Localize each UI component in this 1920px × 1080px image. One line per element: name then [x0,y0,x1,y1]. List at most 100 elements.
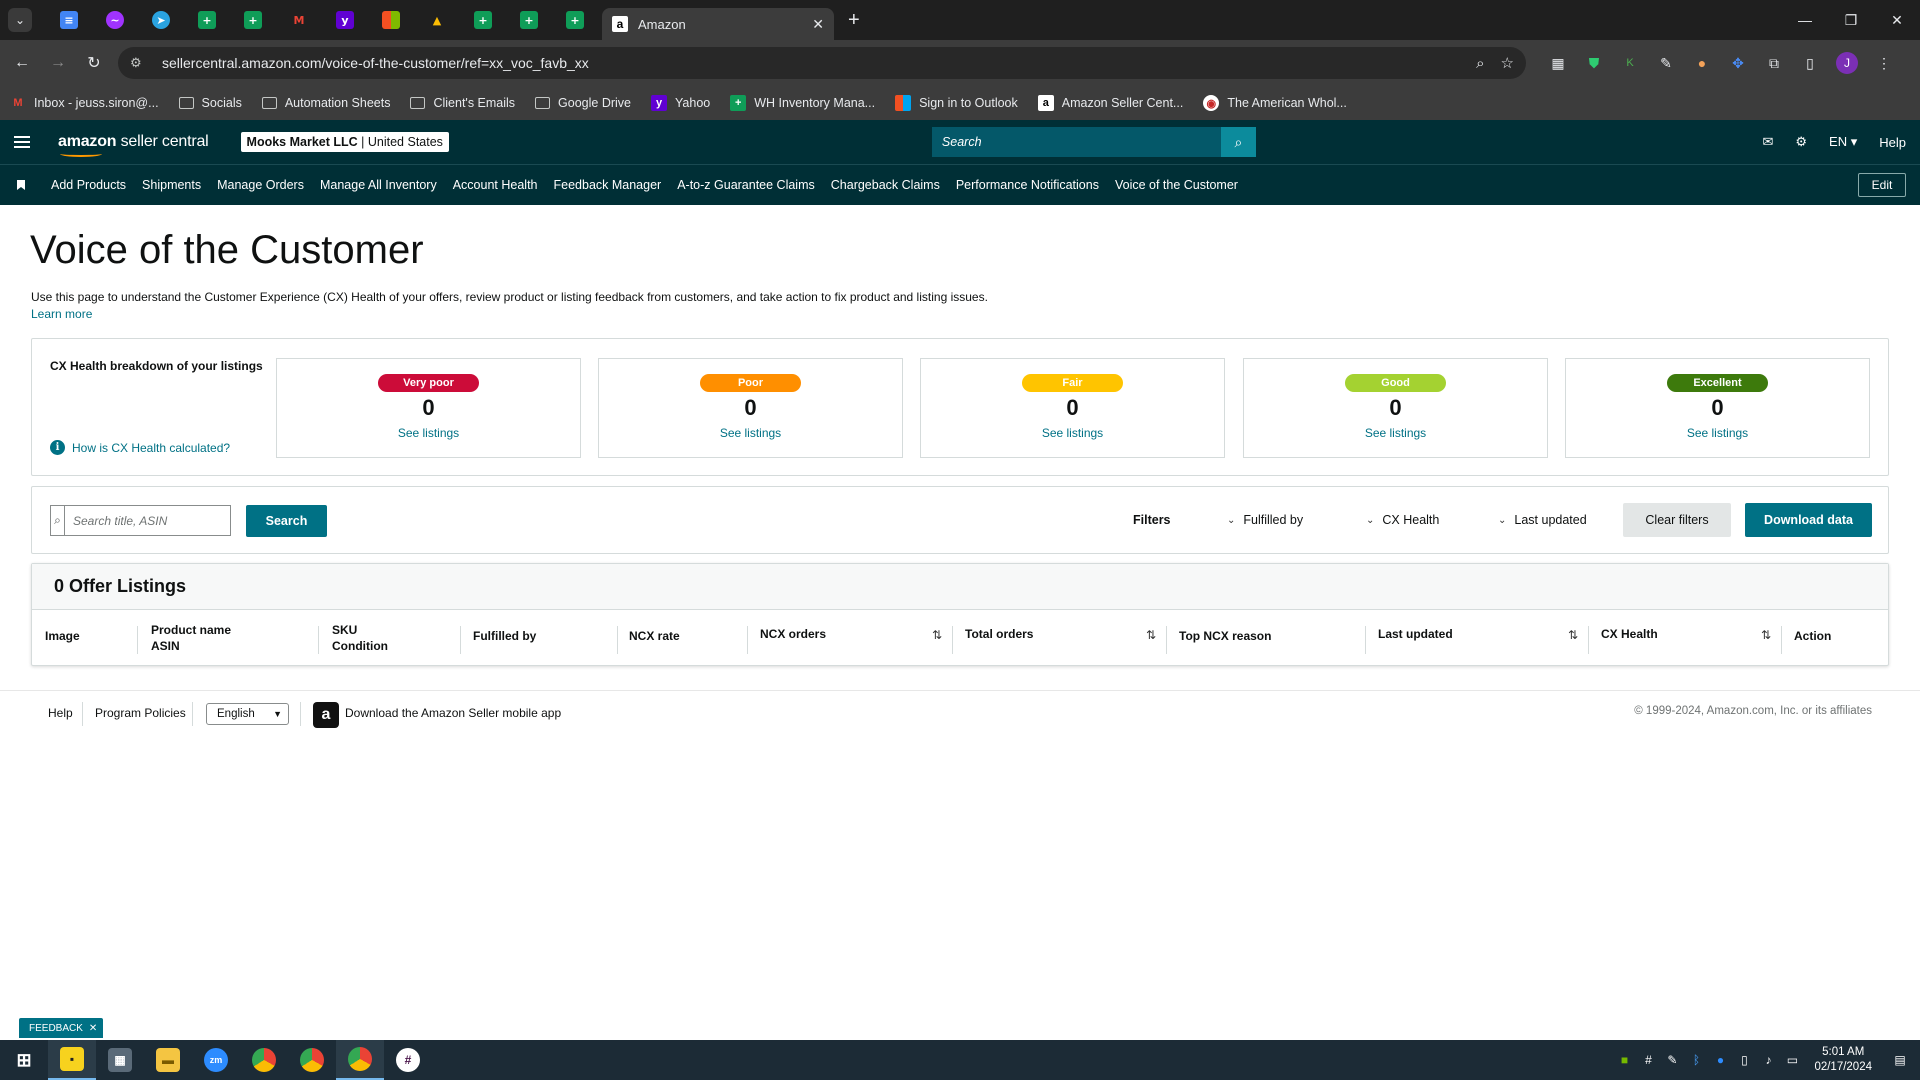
zoom-tray-icon[interactable]: ● [1708,1053,1732,1067]
bookmark-automation-sheets[interactable]: Automation Sheets [261,96,390,110]
taskbar-chrome-3[interactable] [336,1040,384,1080]
network-icon[interactable]: ▭ [1780,1053,1804,1067]
forward-icon[interactable]: → [44,49,72,77]
bookmark-socials[interactable]: Socials [178,96,242,110]
edit-nav-button[interactable]: Edit [1858,173,1906,197]
bookmark-inbox[interactable]: M Inbox - jeuss.siron@... [10,95,158,111]
close-tab-icon[interactable]: ✕ [812,16,824,33]
zoom-icon[interactable]: ⌕ [1476,55,1484,72]
back-icon[interactable]: ← [8,49,36,77]
taskbar-chrome-2[interactable] [288,1040,336,1080]
color-extension-icon[interactable]: ● [1684,55,1720,71]
nav-manage-all-inventory[interactable]: Manage All Inventory [320,178,437,192]
clear-filters-button[interactable]: Clear filters [1623,503,1731,537]
tab-sheets-5[interactable]: + [552,4,598,36]
bookmark-google-drive[interactable]: Google Drive [535,96,631,110]
bookmark-flag-icon[interactable] [17,180,25,190]
bookmark-star-icon[interactable]: ☆ [1501,54,1514,72]
taskbar-calculator[interactable]: ▦ [96,1040,144,1080]
pen-extension-icon[interactable]: ✎ [1648,55,1684,72]
browser-menu-icon[interactable]: ⋮ [1866,55,1902,72]
shield-extension-icon[interactable]: ⛊ [1576,55,1612,72]
tab-microsoft[interactable] [368,4,414,36]
taskbar-clock[interactable]: 5:01 AM 02/17/2024 [1814,1045,1872,1075]
bookmark-outlook[interactable]: Sign in to Outlook [895,95,1018,111]
nav-a-to-z-claims[interactable]: A-to-z Guarantee Claims [677,178,815,192]
restore-icon[interactable]: ❐ [1828,0,1874,40]
account-switcher[interactable]: Mooks Market LLC | United States [240,132,449,152]
side-panel-icon[interactable]: ▯ [1792,55,1828,72]
footer-help-link[interactable]: Help [48,706,73,720]
puzzle-extensions-icon[interactable]: ⧉ [1756,55,1792,72]
nav-voice-of-the-customer[interactable]: Voice of the Customer [1115,178,1238,192]
download-app-link[interactable]: Download the Amazon Seller mobile app [345,706,561,720]
nav-manage-orders[interactable]: Manage Orders [217,178,304,192]
taskbar-slack[interactable]: # [384,1040,432,1080]
nav-shipments[interactable]: Shipments [142,178,201,192]
sort-icon[interactable]: ⇅ [1761,628,1771,642]
bluetooth-icon[interactable]: ᛒ [1684,1053,1708,1067]
nav-performance-notifications[interactable]: Performance Notifications [956,178,1099,192]
minimize-icon[interactable]: — [1782,0,1828,40]
tab-telegram[interactable]: ➤ [138,4,184,36]
tab-amazon-active[interactable]: a Amazon ✕ [602,8,834,40]
sort-icon[interactable]: ⇅ [1146,628,1156,642]
tab-google-drive[interactable]: ▲ [414,4,460,36]
see-listings-link[interactable]: See listings [277,426,580,440]
listing-search-input[interactable] [65,506,230,535]
keepa-extension-icon[interactable]: K [1612,57,1648,69]
nav-chargeback-claims[interactable]: Chargeback Claims [831,178,940,192]
new-tab-button[interactable]: + [848,9,860,32]
url-field[interactable]: ⚙ sellercentral.amazon.com/voice-of-the-… [118,47,1526,79]
volume-icon[interactable]: ♪ [1756,1053,1780,1067]
footer-language-select[interactable]: English ▼ [206,703,289,725]
reload-icon[interactable]: ↻ [80,49,108,77]
feedback-tab[interactable]: FEEDBACK ✕ [19,1018,104,1038]
tab-sheets-4[interactable]: + [506,4,552,36]
search-button[interactable]: Search [246,505,327,537]
tab-yahoo[interactable]: y [322,4,368,36]
seller-search-input[interactable] [931,127,1221,157]
footer-program-policies-link[interactable]: Program Policies [95,706,186,720]
pen-tray-icon[interactable]: ✎ [1660,1053,1684,1067]
search-icon[interactable]: ⌕ [1220,127,1256,157]
blue-extension-icon[interactable]: ✥ [1720,55,1756,72]
nav-feedback-manager[interactable]: Feedback Manager [554,178,662,192]
bookmark-clients-emails[interactable]: Client's Emails [410,96,515,110]
bookmark-wh-inventory[interactable]: + WH Inventory Mana... [730,95,875,111]
cx-health-calc-link[interactable]: i How is CX Health calculated? [50,440,230,455]
cx-health-dropdown[interactable]: ⌄ CX Health [1366,513,1439,527]
bookmark-amazon-seller[interactable]: a Amazon Seller Cent... [1037,95,1183,111]
tab-sheets-1[interactable]: + [184,4,230,36]
amazon-app-icon[interactable]: a [313,702,339,728]
close-window-icon[interactable]: ✕ [1874,0,1920,40]
nav-account-health[interactable]: Account Health [453,178,538,192]
tab-search-button[interactable]: ⌄ [8,8,32,32]
learn-more-link[interactable]: Learn more [31,307,92,321]
slack-tray-icon[interactable]: # [1636,1053,1660,1067]
help-link[interactable]: Help [1879,135,1906,150]
language-selector[interactable]: EN ▾ [1829,134,1857,150]
last-updated-dropdown[interactable]: ⌄ Last updated [1498,513,1587,527]
close-icon[interactable]: ✕ [89,1023,97,1034]
settings-gear-icon[interactable]: ⚙ [1795,134,1807,150]
taskbar-zoom[interactable]: zm [192,1040,240,1080]
hamburger-menu-icon[interactable] [14,136,30,148]
mail-icon[interactable]: ✉ [1762,134,1773,150]
nvidia-icon[interactable]: ■ [1612,1053,1636,1067]
tab-messenger[interactable]: ~ [92,4,138,36]
sort-icon[interactable]: ⇅ [932,628,942,642]
sort-icon[interactable]: ⇅ [1568,628,1578,642]
download-data-button[interactable]: Download data [1745,503,1872,537]
bookmark-american-wholesale[interactable]: ◉ The American Whol... [1203,95,1347,111]
start-button[interactable]: ⊞ [0,1040,48,1080]
site-info-icon[interactable]: ⚙ [130,55,150,71]
tab-sheets-3[interactable]: + [460,4,506,36]
tab-gmail[interactable]: M [276,4,322,36]
tab-google-docs[interactable]: ≡ [46,4,92,36]
qr-extension-icon[interactable]: ▦ [1540,55,1576,72]
taskbar-file-explorer[interactable]: ▬ [144,1040,192,1080]
see-listings-link[interactable]: See listings [1244,426,1547,440]
notifications-icon[interactable]: ▤ [1888,1053,1912,1067]
see-listings-link[interactable]: See listings [921,426,1224,440]
